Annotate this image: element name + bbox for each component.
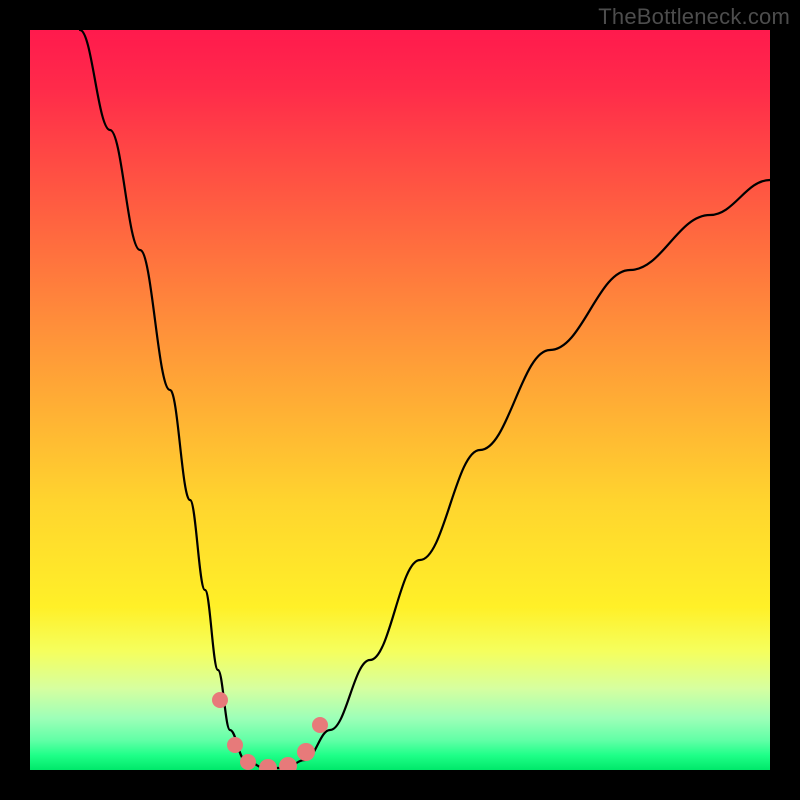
chart-svg (30, 30, 770, 770)
data-point-marker (212, 692, 228, 708)
plot-area (30, 30, 770, 770)
data-point-marker (279, 757, 297, 770)
data-point-marker (297, 743, 315, 761)
data-point-marker (312, 717, 328, 733)
bottleneck-curve (80, 30, 770, 768)
marker-layer (212, 692, 328, 770)
chart-frame: TheBottleneck.com (0, 0, 800, 800)
data-point-marker (227, 737, 243, 753)
watermark-text: TheBottleneck.com (598, 4, 790, 30)
data-point-marker (240, 754, 256, 770)
data-point-marker (259, 759, 277, 770)
